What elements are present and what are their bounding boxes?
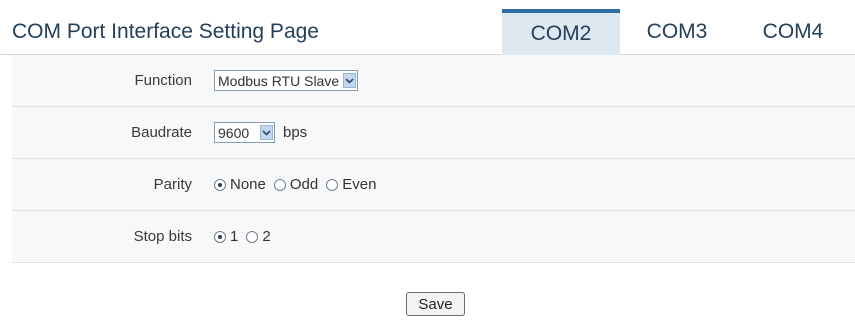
stop-bits-radio-group: 1 2 [214,228,279,245]
parity-none-radio[interactable] [214,178,226,191]
page-header: COM Port Interface Setting Page COM2 COM… [0,0,855,55]
function-select-value: Modbus RTU Slave [218,72,340,89]
com-tabs: COM2 COM3 COM4 [502,9,852,55]
tab-com3[interactable]: COM3 [620,9,734,55]
function-select[interactable]: Modbus RTU Slave [214,70,359,91]
stop-bits-row: Stop bits 1 2 [12,211,855,263]
parity-odd-radio[interactable] [273,178,286,191]
chevron-down-icon[interactable] [260,125,273,140]
baudrate-select[interactable]: 9600 [214,122,275,143]
parity-label: Parity [153,176,192,193]
baudrate-row: Baudrate 9600 bps [12,107,855,159]
parity-row: Parity None Odd Even [12,159,855,211]
stop-bits-2-radio[interactable] [246,230,259,243]
parity-radio-group: None Odd Even [214,176,384,193]
baudrate-unit: bps [283,124,308,141]
parity-odd-label[interactable]: Odd [290,176,318,193]
function-label: Function [134,72,192,89]
tab-com4[interactable]: COM4 [734,9,852,55]
baudrate-select-value: 9600 [218,124,250,141]
stop-bits-2-label[interactable]: 2 [262,228,270,245]
save-button[interactable]: Save [406,292,465,316]
parity-even-label[interactable]: Even [342,176,376,193]
actions-bar: Save [0,292,855,316]
page-title: COM Port Interface Setting Page [12,20,319,43]
chevron-down-icon[interactable] [343,73,357,88]
stop-bits-label: Stop bits [133,228,192,245]
stop-bits-1-radio[interactable] [214,230,226,243]
function-row: Function Modbus RTU Slave [12,55,855,107]
tab-com2[interactable]: COM2 [502,9,620,55]
parity-even-radio[interactable] [326,178,339,191]
com-settings-form: Function Modbus RTU Slave Baudrate 9600 … [12,55,855,263]
baudrate-label: Baudrate [131,124,192,141]
parity-none-label[interactable]: None [230,176,266,193]
stop-bits-1-label[interactable]: 1 [230,228,238,245]
